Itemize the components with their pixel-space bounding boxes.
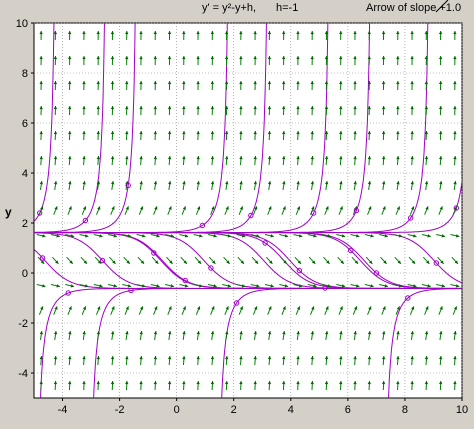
parameter-label: h=-1 (276, 2, 298, 14)
slope-legend-label: Arrow of slope +1.0 (366, 2, 461, 14)
y-axis-label: y (5, 205, 12, 219)
x-tick-label: -2 (115, 404, 125, 416)
x-tick-label: -4 (58, 404, 68, 416)
x-tick-label: 8 (402, 404, 408, 416)
x-tick-label: 6 (345, 404, 351, 416)
x-tick-label: 2 (231, 404, 237, 416)
slope-field-window: -4 -2 0 2 4 6 8 10 -4 -2 0 2 4 6 8 10 y' = y²-y+h, h=-… (0, 0, 474, 424)
y-tick-label: -2 (18, 318, 28, 330)
y-tick-label: 0 (22, 268, 28, 280)
x-tick-label: 4 (288, 404, 294, 416)
y-tick-label: 8 (22, 68, 28, 80)
slope-field-chart[interactable]: -4 -2 0 2 4 6 8 10 -4 -2 0 2 4 6 8 10 y' = y²-y+h, h=-… (0, 0, 474, 424)
equation-label: y' = y²-y+h, (202, 2, 256, 14)
x-tick-label: 0 (174, 404, 180, 416)
y-tick-label: 2 (22, 218, 28, 230)
x-tick-label: 10 (456, 404, 468, 416)
y-tick-label: -4 (18, 368, 28, 380)
y-tick-label: 10 (16, 18, 28, 30)
y-tick-label: 4 (22, 168, 28, 180)
y-tick-label: 6 (22, 118, 28, 130)
